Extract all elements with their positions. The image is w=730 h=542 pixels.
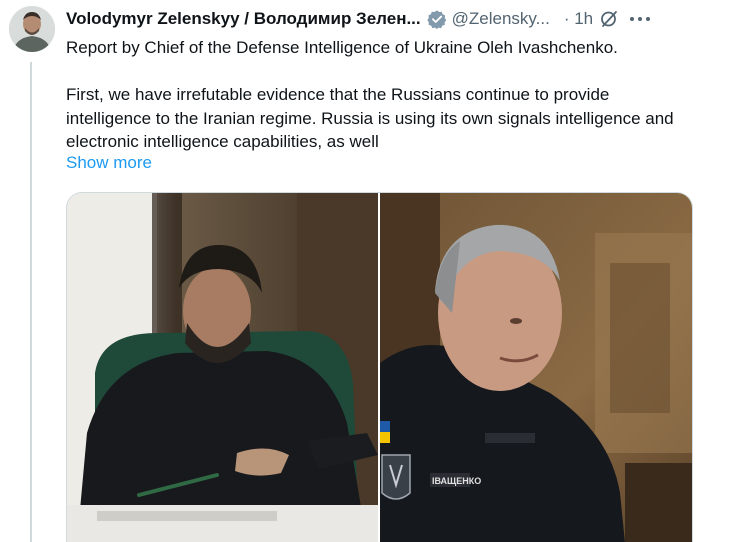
- photo-right-image: ІВАЩЕНКО: [380, 193, 692, 542]
- tweet[interactable]: Volodymyr Zelenskyy / Володимир Зелен...…: [0, 0, 730, 542]
- tweet-header: Volodymyr Zelenskyy / Володимир Зелен...…: [66, 8, 696, 30]
- tweet-text-paragraph-2: First, we have irrefutable evidence that…: [66, 85, 674, 151]
- tweet-timestamp[interactable]: · 1h: [564, 9, 593, 29]
- tweet-text-paragraph-1: Report by Chief of the Defense Intellige…: [66, 38, 618, 57]
- avatar[interactable]: [9, 6, 55, 52]
- tweet-media: ІВАЩЕНКО: [66, 192, 693, 542]
- more-options-icon[interactable]: [629, 9, 651, 29]
- grok-icon[interactable]: [599, 9, 619, 29]
- author-name[interactable]: Volodymyr Zelenskyy / Володимир Зелен...: [66, 9, 421, 29]
- verified-badge-icon: [426, 9, 447, 29]
- avatar-image: [9, 6, 55, 52]
- author-handle[interactable]: @Zelensky...: [452, 9, 550, 29]
- show-more-link[interactable]: Show more: [66, 153, 152, 173]
- tweet-text: Report by Chief of the Defense Intellige…: [66, 36, 686, 154]
- name-patch-text: ІВАЩЕНКО: [432, 476, 481, 486]
- thread-line: [30, 62, 32, 542]
- photo-ivashchenko[interactable]: ІВАЩЕНКО: [380, 193, 692, 542]
- photo-left-image: [67, 193, 378, 542]
- photo-zelenskyy[interactable]: [67, 193, 378, 542]
